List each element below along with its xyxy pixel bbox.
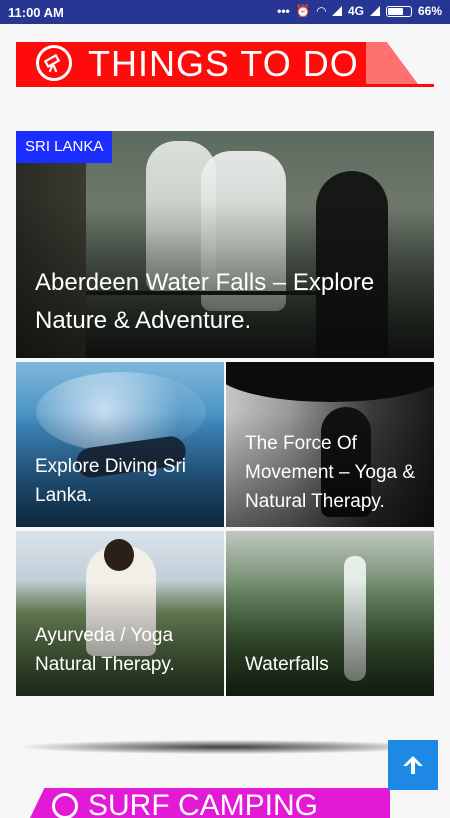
- status-bar: 11:00 AM ••• ⏰ ◠ 4G 66%: [0, 0, 450, 24]
- section-divider: [20, 740, 430, 754]
- more-dots-icon: •••: [277, 4, 290, 18]
- section-heading: THINGS TO DO: [16, 42, 434, 88]
- category-tag[interactable]: SRI LANKA: [16, 131, 113, 163]
- featured-article-card[interactable]: SRI LANKA Aberdeen Water Falls – Explore…: [16, 131, 434, 358]
- article-title[interactable]: Ayurveda / Yoga Natural Therapy.: [35, 621, 214, 679]
- arrow-up-icon: [403, 756, 423, 774]
- article-title[interactable]: Waterfalls: [245, 650, 424, 679]
- photo-therapist-head: [104, 539, 134, 571]
- article-card-ayurveda[interactable]: Ayurveda / Yoga Natural Therapy.: [16, 531, 224, 696]
- surf-icon: [52, 793, 78, 818]
- battery-icon: [385, 5, 412, 17]
- article-title[interactable]: The Force Of Movement – Yoga & Natural T…: [245, 429, 424, 516]
- section-title: THINGS TO DO: [88, 43, 359, 84]
- network-label: 4G: [347, 4, 364, 18]
- heading-rule: [16, 84, 434, 87]
- scroll-to-top-button[interactable]: [388, 740, 438, 790]
- status-icons: ••• ⏰ ◠ 4G 66%: [277, 4, 442, 18]
- heading-tail: [366, 42, 418, 84]
- battery-label: 66%: [417, 4, 442, 18]
- featured-article-title[interactable]: Aberdeen Water Falls – Explore Nature & …: [35, 264, 420, 340]
- photo-cave-arch: [226, 362, 434, 402]
- next-section-heading: SURF CAMPING: [30, 788, 390, 818]
- signal-icon-2: [369, 6, 380, 16]
- wifi-icon: ◠: [316, 4, 326, 18]
- article-card-diving[interactable]: Explore Diving Sri Lanka.: [16, 362, 224, 527]
- status-time: 11:00 AM: [8, 5, 64, 20]
- alarm-icon: ⏰: [295, 4, 311, 18]
- article-card-yoga-movement[interactable]: The Force Of Movement – Yoga & Natural T…: [226, 362, 434, 527]
- signal-icon: [331, 6, 342, 16]
- article-title[interactable]: Explore Diving Sri Lanka.: [35, 452, 214, 510]
- article-card-waterfalls[interactable]: Waterfalls: [226, 531, 434, 696]
- next-section-title: SURF CAMPING: [88, 789, 319, 818]
- telescope-icon: [36, 45, 72, 81]
